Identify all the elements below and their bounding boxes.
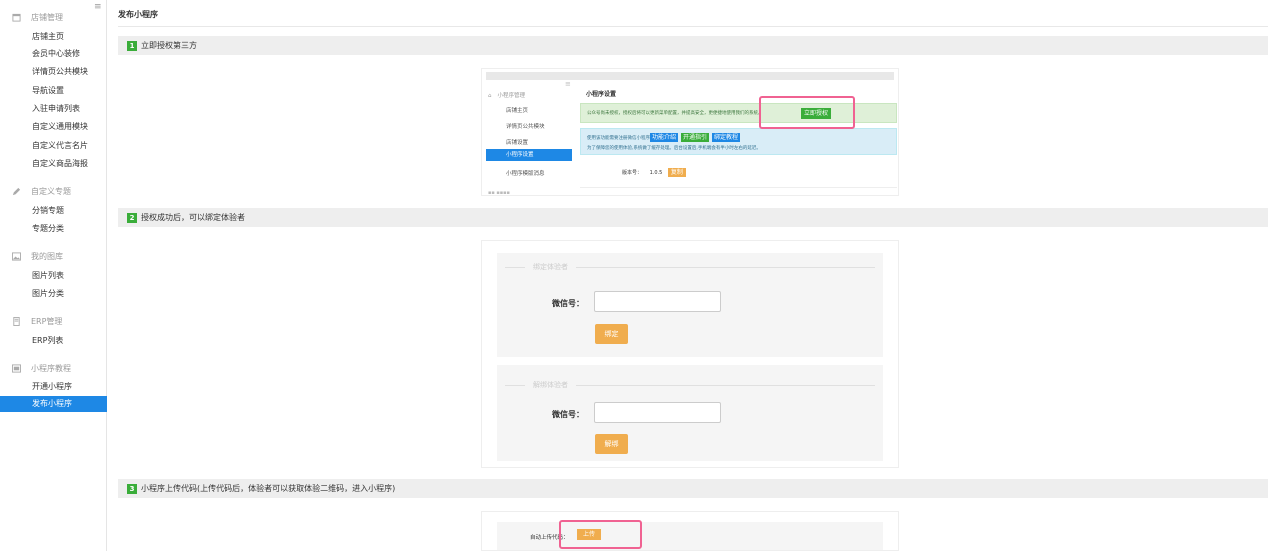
title-divider [118, 26, 1268, 27]
sidebar-item[interactable]: 专题分类 [32, 223, 64, 234]
group-gallery[interactable]: 我的图库 [12, 251, 63, 262]
unbind-wechat-input[interactable] [594, 402, 721, 423]
sidebar-item[interactable]: 会员中心装修 [32, 48, 80, 59]
sidebar-item-active[interactable]: 发布小程序 [0, 396, 107, 412]
shot-menu-more: ▪▪ ▪▪▪▪ [488, 190, 510, 196]
bind-panel: 绑定体验者 微信号： 绑定 [497, 253, 883, 357]
shot-menu-icon: ≡ [565, 80, 571, 88]
sidebar-item[interactable]: 分销专题 [32, 205, 64, 216]
step-label: 授权成功后，可以绑定体验者 [141, 213, 245, 222]
image-icon [12, 252, 21, 261]
step-bar-3: 3 小程序上传代码(上传代码后，体验者可以获取体验二维码，进入小程序) [118, 479, 1268, 498]
step-label: 立即授权第三方 [141, 41, 197, 50]
group-miniapp[interactable]: 小程序教程 [12, 363, 71, 374]
sidebar: ≡ 店铺管理 店铺主页 会员中心装修 详情页公共模块 导航设置 入驻申请列表 自… [0, 0, 107, 551]
bind-wechat-input[interactable] [594, 291, 721, 312]
step-number: 3 [127, 483, 137, 494]
shot-topbar [486, 72, 894, 80]
screenshot-upload: 自动上传代码： 上传 [481, 511, 899, 551]
shot-info-line2: 为了保障您的使用体验,系统做了缓存处理。后台设置后,手机端会有半小时左右的延迟。 [587, 146, 761, 151]
shot-menu-item: 店铺主页 [506, 108, 529, 114]
wechat-label: 微信号： [552, 299, 584, 308]
shot-version-value: 1.0.5 [649, 170, 663, 176]
highlight-authorize [759, 96, 855, 129]
unbind-button[interactable]: 解绑 [595, 434, 628, 454]
shot-menu-item: 详情页公共模块 [506, 124, 545, 130]
page-title: 发布小程序 [118, 10, 158, 19]
main-content: 发布小程序 1 立即授权第三方 ≡ ⌂ 小程序管理 店铺主页 详情页公共模块 店铺… [107, 0, 1268, 551]
group-label: 我的图库 [31, 252, 63, 261]
erp-icon [13, 317, 20, 326]
group-erp[interactable]: ERP管理 [12, 316, 62, 327]
group-label: ERP管理 [31, 317, 63, 326]
group-label: 自定义专题 [31, 187, 71, 196]
step-bar-2: 2 授权成功后，可以绑定体验者 [118, 208, 1268, 227]
shot-copy-button: 复制 [667, 168, 686, 177]
sidebar-item[interactable]: 入驻申请列表 [32, 103, 80, 114]
shot-version-label: 版本号： [622, 170, 643, 176]
sidebar-item[interactable]: 图片分类 [32, 288, 64, 299]
shot-info-line1: 使用该功能需要注册微信小程序。 [587, 136, 655, 141]
wechat-label: 微信号： [552, 410, 584, 419]
step-bar-1: 1 立即授权第三方 [118, 36, 1268, 55]
shot-auth-text: 公众号尚未授权，授权后将可以更新菜单配置，并提高安全，更便捷地使用我们的系统。 [587, 111, 763, 116]
store-icon [12, 13, 21, 22]
screenshot-authorize: ≡ ⌂ 小程序管理 店铺主页 详情页公共模块 店铺设置 小程序设置 小程序模版消息… [481, 68, 899, 196]
shot-divider [580, 187, 897, 188]
group-label: 店铺管理 [31, 13, 63, 22]
highlight-upload [559, 520, 642, 549]
home-icon: ⌂ [488, 93, 492, 99]
bind-legend: 绑定体验者 [525, 262, 576, 272]
group-label: 小程序教程 [31, 364, 71, 373]
screenshot-tester: 绑定体验者 微信号： 绑定 解绑体验者 微信号： 解绑 [481, 240, 899, 468]
group-store[interactable]: 店铺管理 [12, 12, 63, 23]
shot-menu-title: ⌂ 小程序管理 [488, 91, 525, 99]
miniapp-icon [12, 364, 21, 373]
shot-info-alert: 使用该功能需要注册微信小程序。 功能介绍 开通指引 绑定教程 为了保障您的使用体… [580, 128, 897, 155]
sidebar-item[interactable]: ERP列表 [32, 335, 63, 346]
shot-menu-item-active: 小程序设置 [486, 149, 572, 161]
shot-intro-button: 功能介绍 [650, 133, 678, 142]
shot-heading: 小程序设置 [586, 91, 617, 98]
shot-menu-title-text: 小程序管理 [497, 93, 526, 99]
step-label: 小程序上传代码(上传代码后，体验者可以获取体验二维码，进入小程序) [141, 484, 396, 493]
sidebar-item[interactable]: 开通小程序 [32, 381, 72, 392]
unbind-panel: 解绑体验者 微信号： 解绑 [497, 365, 883, 461]
bind-button[interactable]: 绑定 [595, 324, 628, 344]
menu-toggle-icon[interactable]: ≡ [94, 2, 102, 12]
sidebar-item[interactable]: 导航设置 [32, 85, 64, 96]
sidebar-item[interactable]: 图片列表 [32, 270, 64, 281]
upload-panel: 自动上传代码： 上传 [497, 522, 883, 550]
pencil-icon [12, 187, 21, 196]
sidebar-item[interactable]: 自定义代言名片 [32, 140, 88, 151]
unbind-legend: 解绑体验者 [525, 380, 576, 390]
sidebar-item[interactable]: 详情页公共模块 [32, 66, 88, 77]
shot-menu-item: 店铺设置 [506, 140, 529, 146]
step-number: 2 [127, 212, 137, 223]
shot-menu-item: 小程序模版消息 [506, 171, 545, 177]
step-number: 1 [127, 40, 137, 51]
shot-version: 版本号： 1.0.5 复制 [622, 168, 686, 177]
group-topic[interactable]: 自定义专题 [12, 186, 71, 197]
sidebar-item[interactable]: 自定义通用模块 [32, 121, 88, 132]
sidebar-item[interactable]: 自定义商品海报 [32, 158, 88, 169]
sidebar-item[interactable]: 店铺主页 [32, 31, 64, 42]
shot-open-button: 开通指引 [681, 133, 709, 142]
shot-bind-tutorial-button: 绑定教程 [712, 133, 740, 142]
